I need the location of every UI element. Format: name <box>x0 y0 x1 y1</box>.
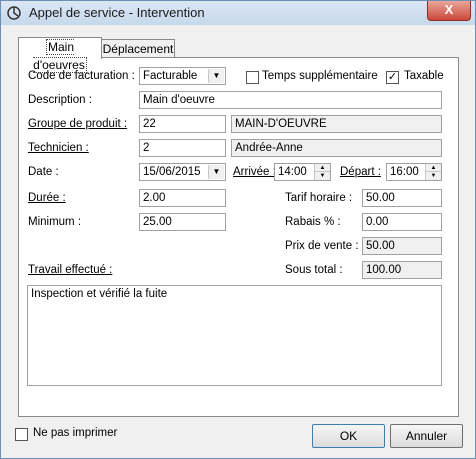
travail-effectue-textarea[interactable]: Inspection et vérifié la fuite <box>27 285 442 386</box>
window-title: Appel de service - Intervention <box>29 5 205 20</box>
depart-label[interactable]: Départ : <box>340 166 381 178</box>
dialog-window: Appel de service - Intervention X Main d… <box>0 0 476 459</box>
date-picker[interactable]: 15/06/2015 ▼ <box>139 163 226 181</box>
minimum-input[interactable]: 25.00 <box>139 213 226 231</box>
duree-input[interactable]: 2.00 <box>139 189 226 207</box>
rabais-label: Rabais % : <box>285 216 341 228</box>
technicien-label[interactable]: Technicien : <box>28 142 89 154</box>
spin-up-icon[interactable]: ▲ <box>315 164 330 172</box>
code-facturation-select[interactable]: Facturable ▼ <box>139 67 226 85</box>
arrivee-spinner[interactable]: ▲ ▼ <box>314 164 330 180</box>
cancel-button[interactable]: Annuler <box>390 424 463 448</box>
rabais-input[interactable]: 0.00 <box>362 213 442 231</box>
temps-supplementaire-checkbox[interactable] <box>246 71 259 84</box>
tab-main-oeuvres[interactable]: Main d'oeuvres <box>18 37 102 73</box>
travail-effectue-label[interactable]: Travail effectué : <box>28 264 112 276</box>
close-button[interactable]: X <box>427 1 471 21</box>
description-label: Description : <box>28 94 92 106</box>
spin-down-icon[interactable]: ▼ <box>315 172 330 180</box>
taxable-label: Taxable <box>404 70 444 82</box>
title-bar: Appel de service - Intervention X <box>1 1 475 25</box>
tarif-horaire-input[interactable]: 50.00 <box>362 189 442 207</box>
sous-total-label: Sous total : <box>285 264 343 276</box>
app-icon <box>7 6 21 20</box>
chevron-down-icon: ▼ <box>208 165 224 179</box>
dialog-client: Main d'oeuvres Déplacement Code de factu… <box>7 27 469 453</box>
arrivee-time-input[interactable]: 14:00 ▲ ▼ <box>274 163 331 181</box>
spin-down-icon[interactable]: ▼ <box>426 172 441 180</box>
prix-vente-label: Prix de vente : <box>285 240 359 252</box>
tab-deplacement[interactable]: Déplacement <box>101 39 175 58</box>
technicien-code-input[interactable]: 2 <box>139 139 226 157</box>
groupe-produit-label[interactable]: Groupe de produit : <box>28 118 127 130</box>
ne-pas-imprimer-label: Ne pas imprimer <box>33 427 118 439</box>
description-input[interactable]: Main d'oeuvre <box>139 91 442 109</box>
temps-supplementaire-label: Temps supplémentaire <box>262 70 378 82</box>
depart-time-input[interactable]: 16:00 ▲ ▼ <box>386 163 442 181</box>
prix-vente-value: 50.00 <box>362 237 442 255</box>
groupe-produit-code-input[interactable]: 22 <box>139 115 226 133</box>
arrivee-label[interactable]: Arrivée : <box>233 166 276 178</box>
ne-pas-imprimer-checkbox[interactable] <box>15 428 28 441</box>
date-label: Date : <box>28 166 59 178</box>
ok-button[interactable]: OK <box>312 424 385 448</box>
technicien-name: Andrée-Anne <box>231 139 442 157</box>
minimum-label: Minimum : <box>28 216 82 228</box>
tarif-horaire-label: Tarif horaire : <box>285 192 353 204</box>
sous-total-value: 100.00 <box>362 261 442 279</box>
depart-spinner[interactable]: ▲ ▼ <box>425 164 441 180</box>
duree-label[interactable]: Durée : <box>28 192 66 204</box>
taxable-checkbox[interactable]: ✓ <box>386 71 399 84</box>
check-icon: ✓ <box>387 71 398 83</box>
spin-up-icon[interactable]: ▲ <box>426 164 441 172</box>
chevron-down-icon: ▼ <box>208 69 224 83</box>
groupe-produit-name: MAIN-D'OEUVRE <box>231 115 442 133</box>
